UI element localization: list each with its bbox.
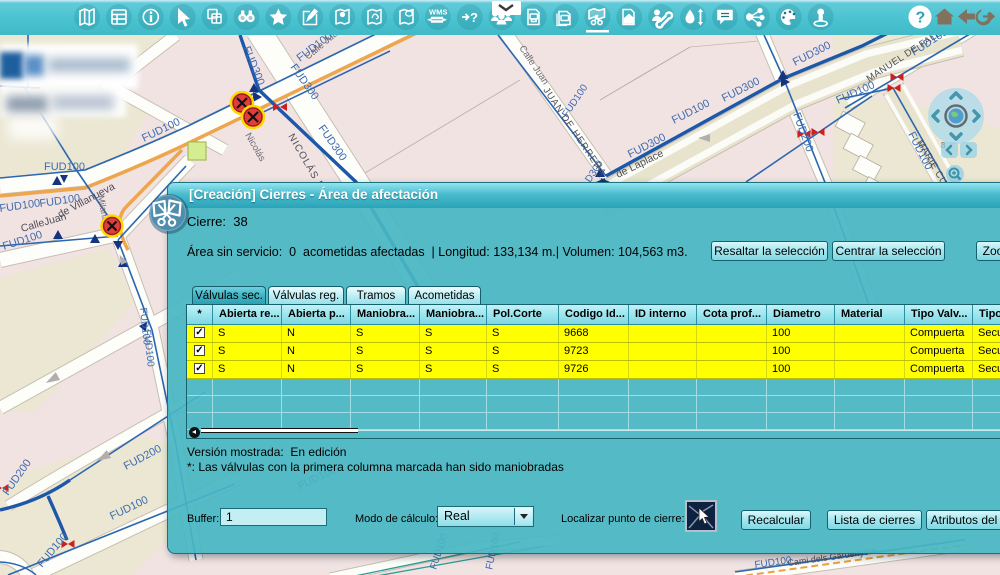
svg-text:?: ? [470, 10, 478, 25]
svg-text:?: ? [916, 10, 926, 27]
svg-text:FUD100: FUD100 [44, 161, 85, 173]
svg-text:WMS: WMS [429, 8, 447, 17]
